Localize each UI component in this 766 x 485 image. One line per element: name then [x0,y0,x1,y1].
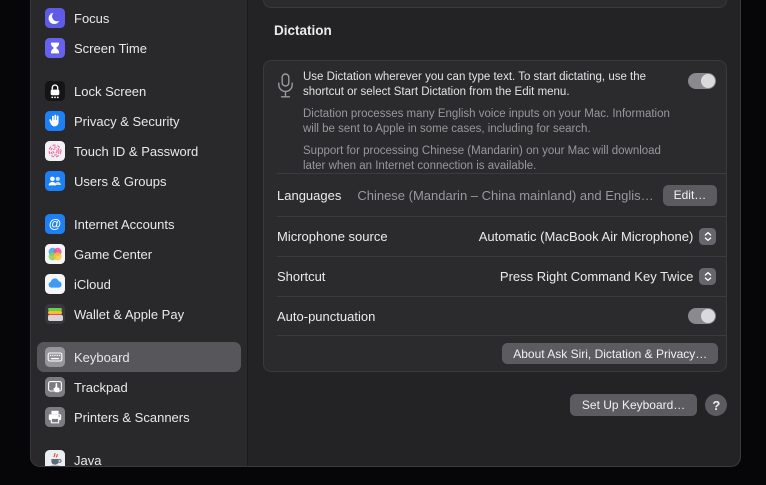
sidebar-item-touch-id[interactable]: Touch ID & Password [37,136,241,166]
svg-text:@: @ [49,217,61,231]
sidebar-item-label: Users & Groups [74,173,167,189]
sidebar-item-label: Trackpad [74,379,128,395]
sidebar-item-game-center[interactable]: Game Center [37,239,241,269]
sidebar-item-label: Touch ID & Password [74,143,199,159]
dictation-download-text: Support for processing Chinese (Mandarin… [303,145,661,172]
shortcut-popup[interactable]: Press Right Command Key Twice [499,268,717,285]
microphone-icon [277,70,294,105]
dictation-usage-text: Use Dictation wherever you can type text… [303,71,647,98]
lock-icon [45,81,65,101]
previous-settings-group-box [263,0,728,8]
sidebar-group: Lock Screen Privacy & Security Touch ID … [37,76,241,196]
about-row: About Ask Siri, Dictation & Privacy… [264,336,726,371]
shortcut-label: Shortcut [277,269,326,284]
microphone-source-popup[interactable]: Automatic (MacBook Air Microphone) [479,228,717,245]
sidebar-item-label: Printers & Scanners [74,409,190,425]
shortcut-row: Shortcut Press Right Command Key Twice [264,257,726,296]
sidebar-item-trackpad[interactable]: Trackpad [37,372,241,402]
auto-punctuation-label: Auto-punctuation [277,308,376,324]
edit-languages-button[interactable]: Edit… [662,184,718,206]
game-bubbles-icon [45,244,65,264]
dictation-enable-row: Use Dictation wherever you can type text… [264,61,726,173]
settings-content-pane: Dictation Use Dictation wherever you can… [248,0,740,466]
help-button[interactable]: ? [705,394,728,416]
system-settings-window: Focus Screen Time Lock Screen Privacy & … [30,0,741,467]
sidebar-item-wallet[interactable]: Wallet & Apple Pay [37,299,241,329]
footer-actions: Set Up Keyboard… ? [263,394,728,416]
dictation-description: Use Dictation wherever you can type text… [303,70,674,181]
dictation-processing-text: Dictation processes many English voice i… [303,108,670,135]
sidebar-item-users-groups[interactable]: Users & Groups [37,166,241,196]
auto-punctuation-row: Auto-punctuation [264,297,726,335]
sidebar-item-label: Internet Accounts [74,216,175,232]
dictation-group-box: Use Dictation wherever you can type text… [263,60,728,372]
sidebar-group: @ Internet Accounts Game Center iCloud W… [37,209,241,329]
keyboard-icon [45,347,65,367]
wallet-card [47,314,63,321]
dictation-toggle-knob [701,74,716,88]
auto-punctuation-toggle-knob [701,309,716,323]
sidebar-item-label: Java [74,452,102,467]
chevron-up-down-icon [699,268,717,285]
languages-value: Chinese (Mandarin – China mainland) and … [357,187,654,203]
wallet-icon [45,304,65,324]
chevron-up-down-icon [699,228,717,245]
sidebar-item-label: iCloud [74,276,111,292]
about-siri-dictation-privacy-button[interactable]: About Ask Siri, Dictation & Privacy… [502,343,719,364]
screen-time-icon [45,38,65,58]
sidebar-item-lock-screen[interactable]: Lock Screen [37,76,241,106]
sidebar-item-privacy-security[interactable]: Privacy & Security [37,106,241,136]
sidebar-item-internet-accounts[interactable]: @ Internet Accounts [37,209,241,239]
cloud-icon [45,274,65,294]
auto-punctuation-toggle[interactable] [688,308,717,324]
sidebar-item-java[interactable]: Java [37,445,241,467]
languages-label: Languages [277,187,342,203]
sidebar-group: Keyboard Trackpad Printers & Scanners [37,342,241,432]
sidebar-item-keyboard[interactable]: Keyboard [37,342,241,372]
section-title: Dictation [274,23,332,38]
users-icon [45,171,65,191]
set-up-keyboard-button[interactable]: Set Up Keyboard… [569,394,698,416]
sidebar-item-label: Game Center [74,246,153,262]
dictation-toggle[interactable] [688,73,717,89]
sidebar-item-label: Screen Time [74,40,147,56]
trackpad-icon [45,377,65,397]
java-cup-icon [45,450,65,466]
fingerprint-icon [45,141,65,161]
sidebar-item-focus[interactable]: Focus [37,3,241,33]
focus-icon [45,8,65,28]
sidebar-item-label: Wallet & Apple Pay [74,306,185,322]
sidebar-group: Focus Screen Time [37,3,241,63]
shortcut-value: Press Right Command Key Twice [499,269,694,284]
microphone-source-value: Automatic (MacBook Air Microphone) [478,229,694,244]
sidebar: Focus Screen Time Lock Screen Privacy & … [31,0,248,466]
at-icon: @ [45,214,65,234]
microphone-source-label: Microphone source [277,229,388,244]
sidebar-item-label: Privacy & Security [74,113,180,129]
sidebar-group: Java [37,445,241,467]
microphone-source-row: Microphone source Automatic (MacBook Air… [264,217,726,256]
sidebar-item-label: Keyboard [74,349,130,365]
sidebar-item-screen-time[interactable]: Screen Time [37,33,241,63]
printer-icon [45,407,65,427]
sidebar-item-printers[interactable]: Printers & Scanners [37,402,241,432]
sidebar-item-icloud[interactable]: iCloud [37,269,241,299]
sidebar-item-label: Focus [74,10,110,26]
hand-icon [45,111,65,131]
sidebar-item-label: Lock Screen [74,83,147,99]
